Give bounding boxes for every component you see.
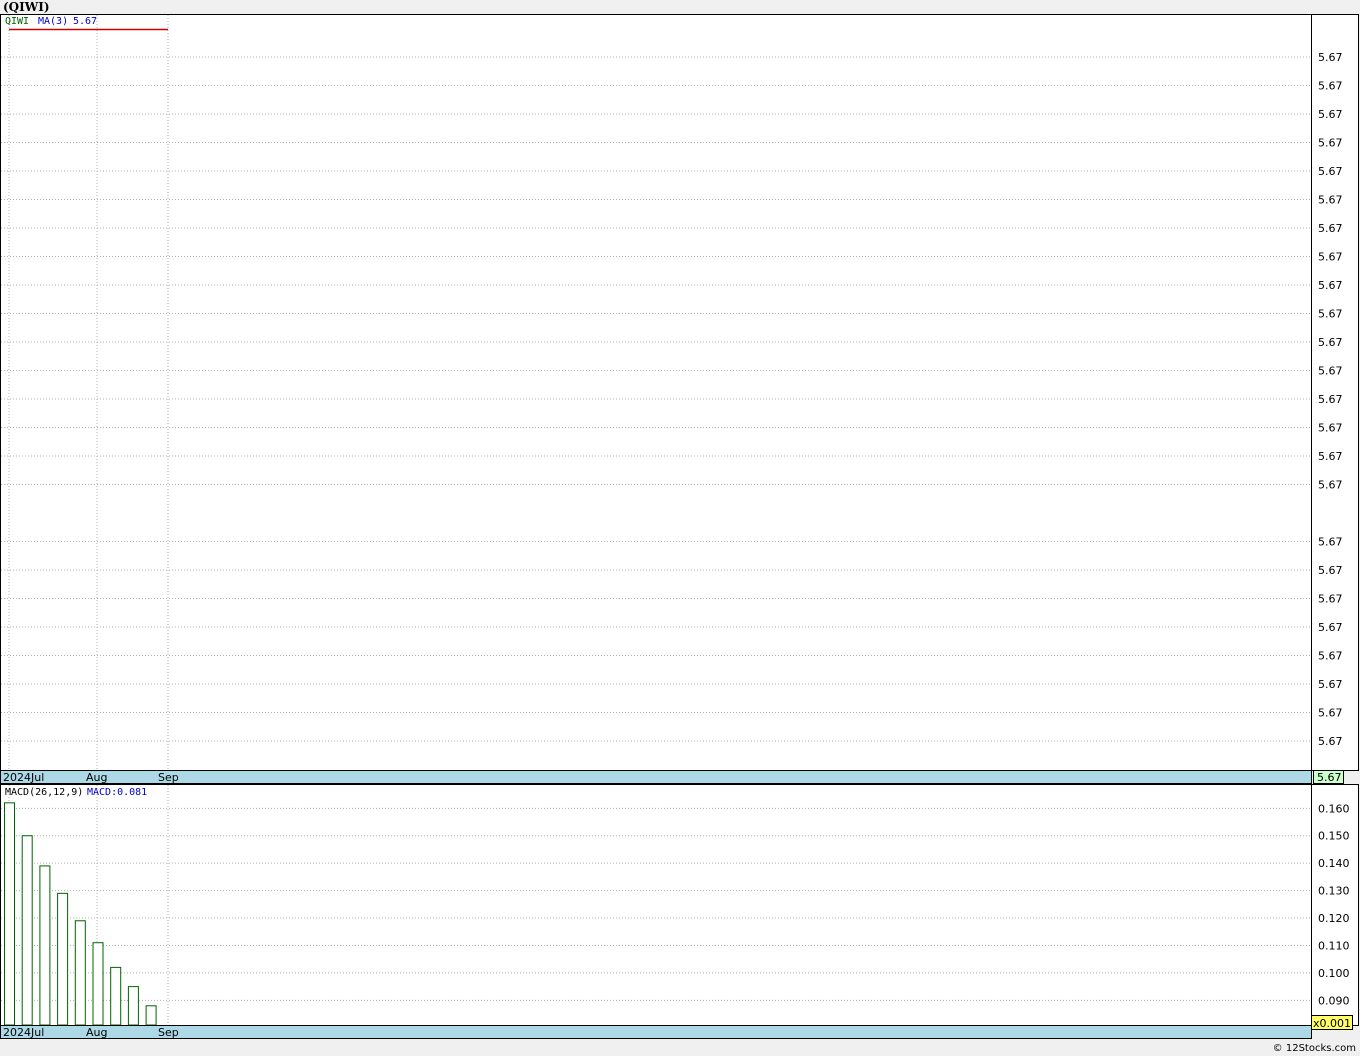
price-y-tick-label: 5.67 <box>1318 165 1343 178</box>
macd-x-tick-label: 2024Jul <box>3 1026 44 1039</box>
price-y-tick-label: 5.67 <box>1318 222 1343 235</box>
price-y-tick-label: 5.67 <box>1318 393 1343 406</box>
macd-y-tick-label: 0.160 <box>1318 802 1350 815</box>
price-y-tick-label: 5.67 <box>1318 251 1343 264</box>
macd-x-tick-label: Sep <box>158 1026 179 1039</box>
macd-bar <box>92 942 104 1026</box>
price-y-tick-label: 5.67 <box>1318 194 1343 207</box>
price-legend-ma-label: MA(3) <box>38 16 68 27</box>
macd-y-tick-label: 0.130 <box>1318 885 1350 898</box>
macd-y-tick-label: 0.110 <box>1318 939 1350 952</box>
macd-panel <box>0 784 1312 1026</box>
price-x-tick-label: 2024Jul <box>3 771 44 784</box>
price-y-tick-label: 5.67 <box>1318 564 1343 577</box>
macd-legend-label: MACD(26,12,9) <box>5 787 83 798</box>
price-y-tick-label: 5.67 <box>1318 80 1343 93</box>
macd-y-tick-label: 0.140 <box>1318 857 1350 870</box>
price-y-tick-label: 5.67 <box>1318 735 1343 748</box>
price-y-tick-label: 5.67 <box>1318 536 1343 549</box>
price-y-tick-label: 5.67 <box>1318 707 1343 720</box>
macd-legend-value: MACD:0.081 <box>87 787 147 798</box>
price-y-tick-label: 5.67 <box>1318 678 1343 691</box>
price-x-axis <box>0 770 1312 784</box>
macd-bar <box>21 835 33 1026</box>
macd-bar <box>74 920 86 1026</box>
price-x-tick-label: Aug <box>86 771 107 784</box>
price-y-tick-label: 5.67 <box>1318 137 1343 150</box>
price-y-tick-label: 5.67 <box>1318 650 1343 663</box>
price-y-tick-label: 5.67 <box>1318 51 1343 64</box>
macd-bar <box>39 865 51 1026</box>
multiplier-label: x0.001 <box>1313 1017 1351 1030</box>
macd-bar <box>4 802 15 1026</box>
price-y-tick-label: 5.67 <box>1318 422 1343 435</box>
macd-y-tick-label: 0.120 <box>1318 912 1350 925</box>
macd-bar <box>127 986 139 1026</box>
macd-y-tick-label: 0.150 <box>1318 830 1350 843</box>
macd-bar <box>57 892 69 1026</box>
price-x-tick-label: Sep <box>158 771 179 784</box>
price-y-tick-label: 5.67 <box>1318 108 1343 121</box>
stock-chart: 5.67 5.67 5.67 5.67 5.67 5.67 5.67 5.67 5.67 5.67… <box>0 14 1359 1039</box>
macd-bar <box>110 966 122 1026</box>
current-value: 5.67 <box>1317 771 1342 784</box>
macd-axis-right <box>1311 784 1359 1026</box>
price-y-tick-label: 5.67 <box>1318 593 1343 606</box>
price-y-tick-label: 5.67 <box>1318 365 1343 378</box>
price-panel <box>0 14 1312 771</box>
macd-y-tick-label: 0.090 <box>1318 994 1350 1007</box>
copyright: © 12Stocks.com <box>1272 1043 1356 1054</box>
price-y-tick-label: 5.67 <box>1318 308 1343 321</box>
price-y-tick-label: 5.67 <box>1318 336 1343 349</box>
price-legend-ma-value: 5.67 <box>73 16 97 27</box>
price-y-tick-label: 5.67 <box>1318 479 1343 492</box>
macd-x-axis <box>0 1025 1312 1039</box>
price-y-tick-label: 5.67 <box>1318 279 1343 292</box>
price-y-tick-label: 5.67 <box>1318 621 1343 634</box>
macd-x-tick-label: Aug <box>86 1026 107 1039</box>
macd-bar <box>145 1005 157 1026</box>
price-y-tick-label: 5.67 <box>1318 450 1343 463</box>
price-legend-ticker: QIWI <box>5 16 29 27</box>
macd-y-tick-label: 0.100 <box>1318 967 1350 980</box>
